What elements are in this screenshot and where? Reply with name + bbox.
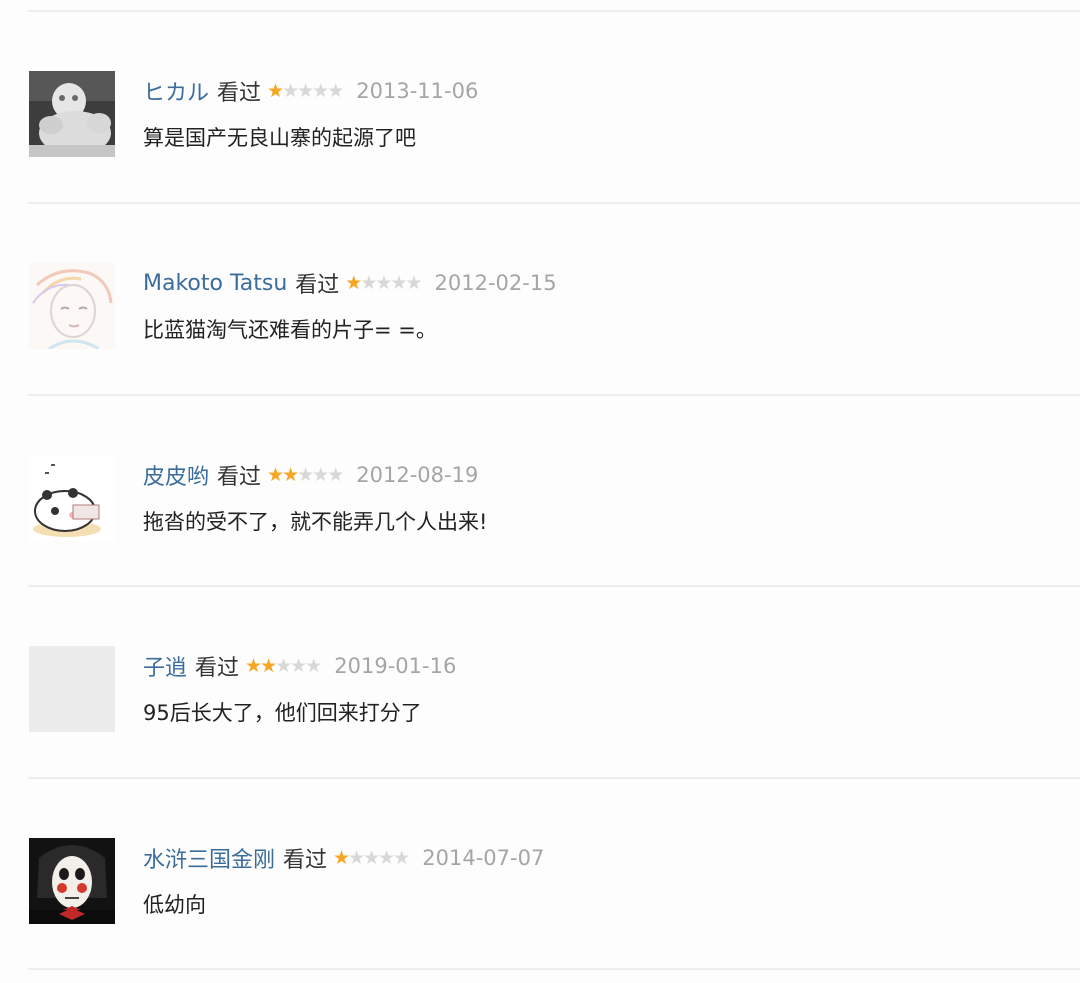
- comment-text: 低幼向: [143, 893, 206, 917]
- star-filled-icon: ★: [333, 847, 350, 869]
- comment-item: 子逍 看过 ★ ★ ★ ★ ★ 2019-01-16 95后长大了，他们回来打分了: [0, 587, 1080, 777]
- star-empty-icon: ★: [305, 655, 322, 677]
- comment-text: 95后长大了，他们回来打分了: [143, 701, 422, 725]
- username-link[interactable]: 皮皮哟: [143, 459, 209, 491]
- avatar[interactable]: [29, 646, 115, 732]
- rating-stars: ★ ★ ★ ★ ★: [267, 464, 344, 486]
- jigsaw-puppet-avatar-icon: [29, 838, 115, 924]
- comment-item: 皮皮哟 看过 ★ ★ ★ ★ ★ 2012-08-19 拖沓的受不了，就不能弄几个人出来…: [0, 396, 1080, 586]
- username-link[interactable]: 子逍: [143, 650, 187, 682]
- rating-stars: ★ ★ ★ ★ ★: [333, 847, 410, 869]
- comment-meta: ヒカル 看过 ★ ★ ★ ★ ★ 2013-11-06: [143, 74, 478, 108]
- star-empty-icon: ★: [275, 655, 292, 677]
- watch-status: 看过: [195, 656, 240, 681]
- star-empty-icon: ★: [390, 272, 407, 294]
- star-empty-icon: ★: [405, 272, 422, 294]
- comment-text: 算是国产无良山寨的起源了吧: [143, 126, 416, 150]
- comment-meta: Makoto Tatsu 看过 ★ ★ ★ ★ ★ 2012-02-15: [143, 266, 557, 300]
- username-link[interactable]: Makoto Tatsu: [143, 271, 287, 296]
- avatar[interactable]: [29, 838, 115, 924]
- star-empty-icon: ★: [312, 464, 329, 486]
- star-empty-icon: ★: [360, 272, 377, 294]
- default-gray-avatar-icon: [29, 646, 115, 732]
- comment-meta: 子逍 看过 ★ ★ ★ ★ ★ 2019-01-16: [143, 649, 456, 683]
- comment-text: 比蓝猫淘气还难看的片子= =。: [143, 318, 437, 342]
- comment-meta: 皮皮哟 看过 ★ ★ ★ ★ ★ 2012-08-19: [143, 458, 478, 492]
- avatar[interactable]: [29, 455, 115, 541]
- star-filled-icon: ★: [267, 464, 284, 486]
- star-empty-icon: ★: [297, 464, 314, 486]
- comment-date: 2019-01-16: [334, 654, 457, 678]
- star-empty-icon: ★: [297, 80, 314, 102]
- rating-stars: ★ ★ ★ ★ ★: [345, 272, 422, 294]
- separator: [28, 968, 1080, 970]
- comment-item: 水浒三国金刚 看过 ★ ★ ★ ★ ★ 2014-07-07 低幼向: [0, 779, 1080, 969]
- star-empty-icon: ★: [327, 80, 344, 102]
- watch-status: 看过: [283, 848, 328, 873]
- star-empty-icon: ★: [375, 272, 392, 294]
- star-filled-icon: ★: [267, 80, 284, 102]
- comment-date: 2013-11-06: [356, 79, 479, 103]
- star-empty-icon: ★: [312, 80, 329, 102]
- star-filled-icon: ★: [245, 655, 262, 677]
- rating-stars: ★ ★ ★ ★ ★: [267, 80, 344, 102]
- star-empty-icon: ★: [393, 847, 410, 869]
- avatar[interactable]: [29, 71, 115, 157]
- comment-text: 拖沓的受不了，就不能弄几个人出来!: [143, 510, 488, 534]
- star-filled-icon: ★: [345, 272, 362, 294]
- star-empty-icon: ★: [282, 80, 299, 102]
- comment-item: ヒカル 看过 ★ ★ ★ ★ ★ 2013-11-06 算是国产无良山寨的起源了吧: [0, 12, 1080, 202]
- comment-list: ヒカル 看过 ★ ★ ★ ★ ★ 2013-11-06 算是国产无良山寨的起源了吧 Ma…: [0, 0, 1080, 983]
- comment-meta: 水浒三国金刚 看过 ★ ★ ★ ★ ★ 2014-07-07: [143, 841, 544, 875]
- watch-status: 看过: [217, 81, 262, 106]
- avatar[interactable]: [29, 263, 115, 349]
- star-empty-icon: ★: [348, 847, 365, 869]
- comment-date: 2012-08-19: [356, 463, 479, 487]
- watch-status: 看过: [295, 273, 340, 298]
- username-link[interactable]: 水浒三国金刚: [143, 842, 275, 874]
- white-figure-avatar-icon: [29, 71, 115, 157]
- comment-item: Makoto Tatsu 看过 ★ ★ ★ ★ ★ 2012-02-15 比蓝猫淘气还难…: [0, 204, 1080, 394]
- watch-status: 看过: [217, 465, 262, 490]
- star-filled-icon: ★: [260, 655, 277, 677]
- panda-cartoon-avatar-icon: [29, 455, 115, 541]
- star-filled-icon: ★: [282, 464, 299, 486]
- star-empty-icon: ★: [290, 655, 307, 677]
- star-empty-icon: ★: [327, 464, 344, 486]
- comment-date: 2014-07-07: [422, 846, 545, 870]
- star-empty-icon: ★: [363, 847, 380, 869]
- username-link[interactable]: ヒカル: [143, 75, 209, 107]
- rating-stars: ★ ★ ★ ★ ★: [245, 655, 322, 677]
- comment-date: 2012-02-15: [434, 271, 557, 295]
- anime-sketch-avatar-icon: [29, 263, 115, 349]
- star-empty-icon: ★: [378, 847, 395, 869]
